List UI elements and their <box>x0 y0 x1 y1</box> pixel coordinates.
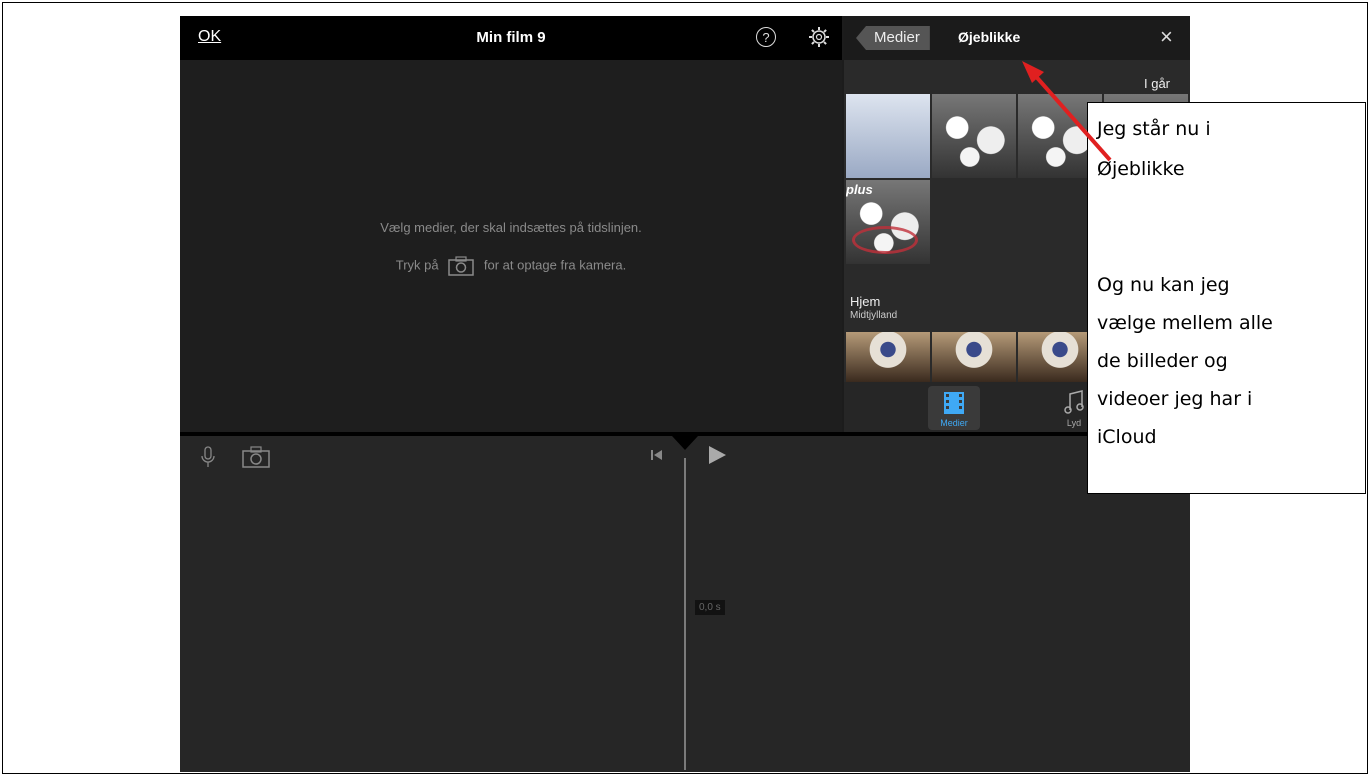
tab-media[interactable]: Medier <box>928 386 980 430</box>
media-thumbnail[interactable] <box>846 332 930 382</box>
callout-line: vælge mellem alle <box>1097 312 1273 334</box>
callout-line: Øjeblikke <box>1097 158 1185 180</box>
film-icon <box>944 392 964 414</box>
play-icon[interactable] <box>706 444 728 466</box>
hint-text-before: Tryk på <box>395 257 439 273</box>
callout-line: Jeg står nu i <box>1097 118 1211 140</box>
gear-icon[interactable] <box>808 26 830 48</box>
preview-camera-hint: Tryk på for at optage fra kamera. <box>180 256 842 276</box>
callout-line: de billeder og <box>1097 350 1228 372</box>
help-icon[interactable]: ? <box>756 27 776 47</box>
hint-text-after: for at optage fra kamera. <box>483 257 627 273</box>
moment-place: Hjem <box>850 294 881 309</box>
microphone-icon[interactable] <box>200 446 216 470</box>
media-thumbnail[interactable]: plus <box>846 180 930 264</box>
playhead-marker <box>672 436 698 450</box>
playhead[interactable] <box>684 458 686 770</box>
media-thumbnail[interactable] <box>932 332 1016 382</box>
camera-icon[interactable] <box>242 446 270 468</box>
top-bar: OK Min film 9 ? <box>180 16 842 60</box>
preview-viewer[interactable]: Vælg medier, der skal indsættes på tidsl… <box>180 60 842 432</box>
section-header: I går <box>1144 76 1171 91</box>
moment-region: Midtjylland <box>850 310 898 321</box>
preview-hint: Vælg medier, der skal indsættes på tidsl… <box>380 220 642 235</box>
browser-title: Øjeblikke <box>958 29 1021 45</box>
timeline[interactable]: 0,0 s <box>180 436 1190 772</box>
callout-line: iCloud <box>1097 426 1157 448</box>
annotation-callout: Jeg står nu i Øjeblikke Og nu kan jeg væ… <box>1087 102 1366 494</box>
tab-label: Medier <box>940 418 968 428</box>
imovie-window: OK Min film 9 ? Vælg medier, der skal in… <box>180 16 1190 772</box>
thumbnail-overlay-text: plus <box>846 182 873 197</box>
media-thumbnail[interactable] <box>846 94 930 178</box>
timecode: 0,0 s <box>695 600 725 615</box>
media-thumbnail[interactable] <box>932 94 1016 178</box>
project-title: Min film 9 <box>476 29 546 46</box>
callout-line: videoer jeg har i <box>1097 388 1253 410</box>
close-icon[interactable]: × <box>1160 26 1173 48</box>
red-drawing <box>852 226 918 254</box>
skip-to-start-icon[interactable] <box>650 448 664 462</box>
camera-icon <box>448 256 474 276</box>
back-to-media-button[interactable]: Medier <box>856 26 930 50</box>
browser-header: Medier Øjeblikke × <box>844 16 1190 60</box>
callout-line: Og nu kan jeg <box>1097 274 1230 296</box>
